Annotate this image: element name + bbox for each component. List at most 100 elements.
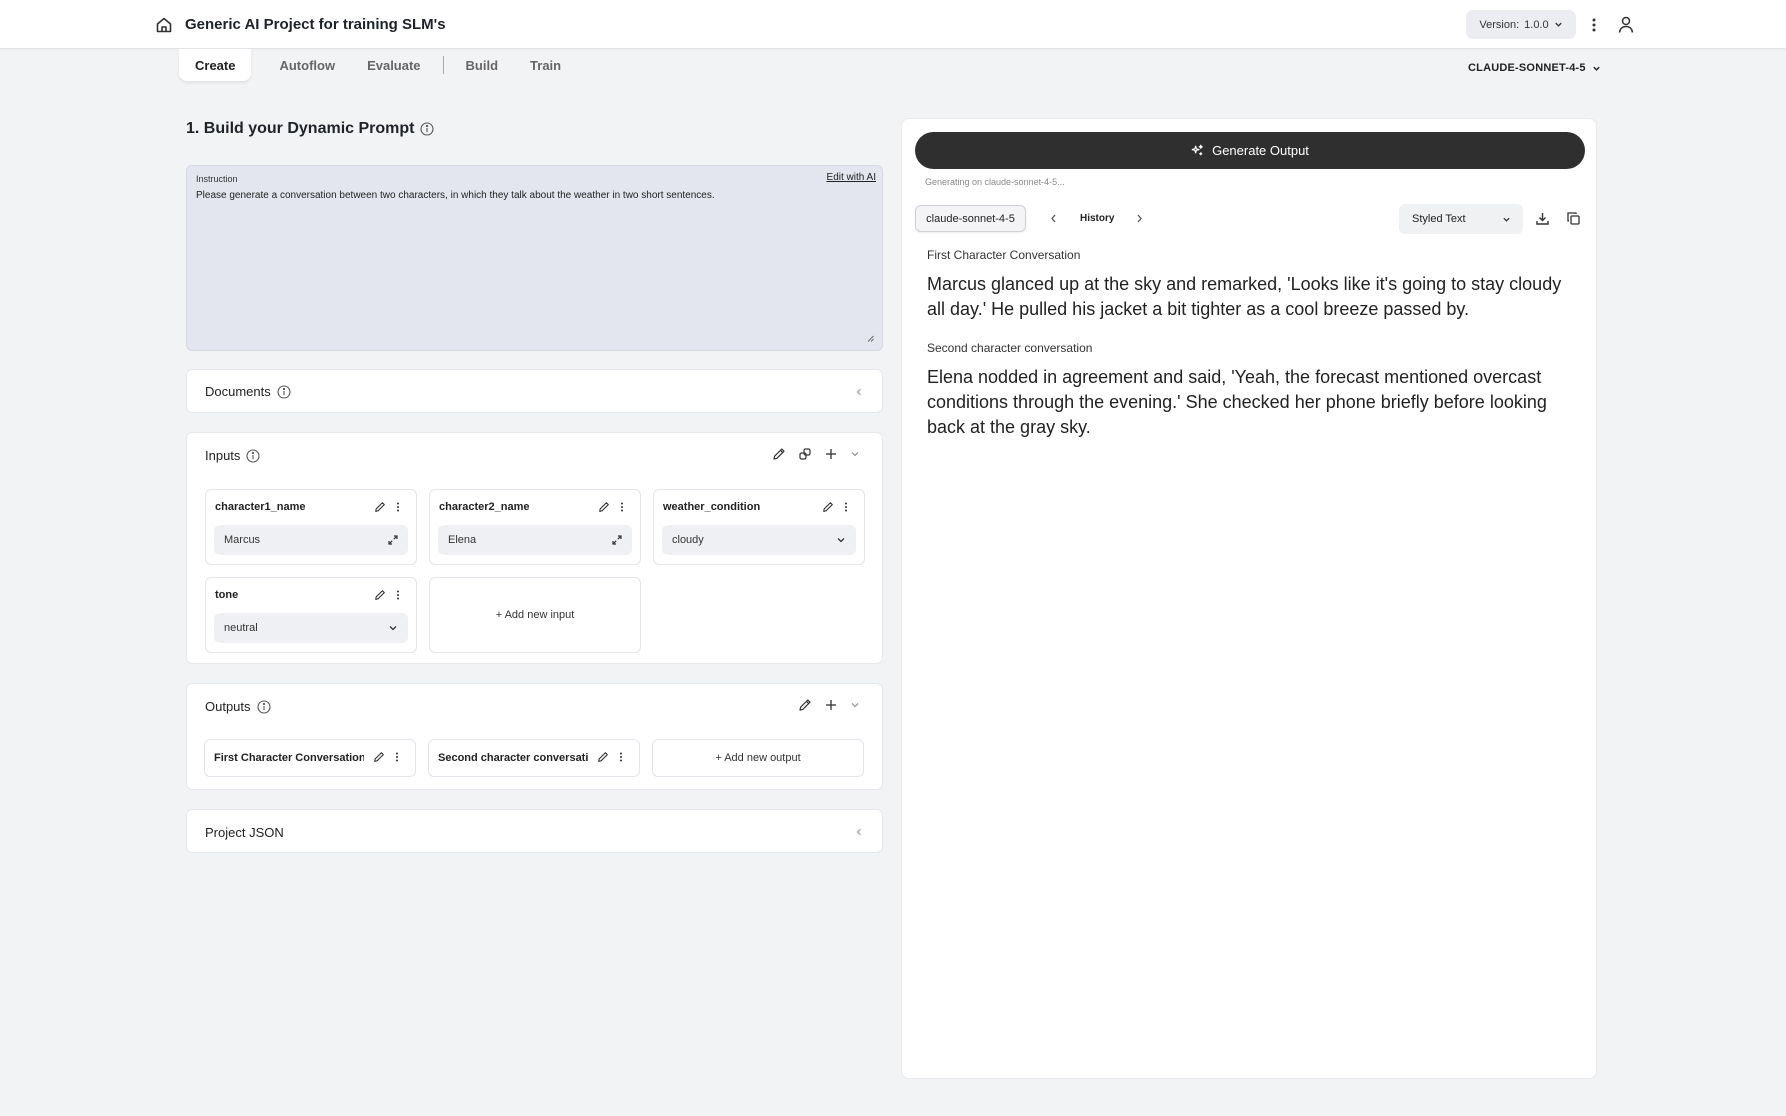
model-selector[interactable]: CLAUDE-SONNET-4-5 (1468, 62, 1601, 74)
tab-divider (442, 56, 444, 74)
model-selector-label: CLAUDE-SONNET-4-5 (1468, 62, 1586, 74)
pencil-icon[interactable] (374, 501, 386, 513)
chevron-down-icon (1502, 215, 1511, 224)
chevron-left-icon[interactable] (854, 827, 864, 837)
edit-with-ai-link[interactable]: Edit with AI (827, 172, 876, 183)
pencil-icon[interactable] (597, 751, 609, 763)
user-icon[interactable] (1617, 15, 1635, 34)
add-new-output-button[interactable]: + Add new output (652, 739, 864, 777)
generation-status: Generating on claude-sonnet-4-5... (925, 177, 1065, 187)
outputs-title-text: Outputs (205, 699, 251, 714)
outputs-actions (798, 698, 860, 712)
input-value-field[interactable]: Elena (438, 525, 632, 555)
output-name: Second character conversati... (438, 752, 588, 764)
chevron-down-icon[interactable] (850, 449, 860, 459)
pencil-icon[interactable] (798, 698, 812, 712)
inputs-actions (772, 447, 860, 461)
section-title: 1. Build your Dynamic Prompt (186, 120, 435, 138)
chevron-down-icon[interactable] (836, 535, 846, 545)
download-icon[interactable] (1535, 211, 1550, 226)
input-select-field[interactable]: neutral (214, 613, 408, 643)
resize-handle-icon[interactable] (867, 335, 874, 342)
input-select-field[interactable]: cloudy (662, 525, 856, 555)
tab-build[interactable]: Build (450, 49, 515, 81)
pencil-icon[interactable] (598, 501, 610, 513)
output-section-text: Marcus glanced up at the sky and remarke… (927, 274, 1562, 319)
instruction-textarea[interactable]: Instruction Edit with AI Please generate… (186, 165, 883, 351)
version-dropdown[interactable]: Version: 1.0.0 (1466, 10, 1576, 39)
documents-title-text: Documents (205, 384, 271, 399)
chevron-down-icon[interactable] (388, 623, 398, 633)
share-icon[interactable] (798, 447, 812, 461)
model-chip[interactable]: claude-sonnet-4-5 (915, 205, 1026, 232)
add-new-input-button[interactable]: + Add new input (429, 577, 641, 653)
input-value-field[interactable]: Marcus (214, 525, 408, 555)
format-value: Styled Text (1412, 213, 1466, 225)
output-section-label: First Character Conversation (927, 248, 1081, 262)
pencil-icon[interactable] (822, 501, 834, 513)
tab-train[interactable]: Train (514, 49, 577, 81)
kebab-icon[interactable] (393, 751, 401, 763)
input-value: neutral (224, 622, 258, 634)
pencil-icon[interactable] (772, 447, 786, 461)
kebab-icon[interactable] (1587, 15, 1601, 35)
project-json-title: Project JSON (205, 825, 284, 840)
chevron-down-icon (1592, 64, 1601, 73)
input-name: character2_name (439, 501, 530, 513)
kebab-icon[interactable] (394, 589, 402, 601)
version-value: 1.0.0 (1524, 18, 1549, 31)
info-icon[interactable] (277, 384, 291, 399)
input-value: cloudy (672, 534, 704, 546)
kebab-icon[interactable] (842, 501, 850, 513)
home-icon[interactable] (155, 16, 173, 34)
input-name: character1_name (215, 501, 306, 513)
history-label[interactable]: History (1080, 213, 1114, 224)
chevron-left-icon[interactable] (854, 387, 864, 397)
section-title-text: 1. Build your Dynamic Prompt (186, 120, 415, 137)
info-icon[interactable] (256, 699, 271, 714)
pencil-icon[interactable] (373, 751, 385, 763)
output-card-second: Second character conversati... (428, 739, 640, 777)
chevron-down-icon (1554, 20, 1563, 29)
instruction-text[interactable]: Please generate a conversation between t… (196, 190, 715, 201)
tab-bar: Create Autoflow Evaluate Build Train (179, 49, 577, 81)
input-name: weather_condition (663, 501, 761, 513)
output-card-first: First Character Conversation (204, 739, 416, 777)
project-json-card[interactable]: Project JSON (186, 809, 883, 853)
tab-autoflow[interactable]: Autoflow (263, 49, 351, 81)
version-label: Version: (1479, 18, 1520, 31)
copy-icon[interactable] (1566, 211, 1581, 226)
instruction-label: Instruction (196, 174, 238, 184)
format-dropdown[interactable]: Styled Text (1399, 204, 1523, 234)
generate-output-button[interactable]: Generate Output (915, 132, 1585, 169)
generate-output-label: Generate Output (1212, 143, 1309, 158)
output-name: First Character Conversation (214, 752, 364, 764)
pencil-icon[interactable] (374, 589, 386, 601)
app-title: Generic AI Project for training SLM's (185, 16, 446, 33)
expand-icon[interactable] (388, 535, 398, 545)
inputs-card: Inputs character1_name Marcus character2… (186, 432, 883, 664)
input-card-character2: character2_name Elena (429, 489, 641, 565)
documents-card[interactable]: Documents (186, 369, 883, 413)
info-icon[interactable] (420, 122, 435, 136)
plus-icon[interactable] (824, 698, 838, 712)
inputs-title: Inputs (205, 448, 260, 463)
inputs-title-text: Inputs (205, 448, 241, 463)
tab-create[interactable]: Create (179, 49, 252, 81)
input-card-weather: weather_condition cloudy (653, 489, 865, 565)
expand-icon[interactable] (612, 535, 622, 545)
top-bar: Generic AI Project for training SLM's Ve… (0, 0, 1786, 49)
tab-evaluate[interactable]: Evaluate (351, 49, 436, 81)
info-icon[interactable] (246, 448, 260, 463)
chevron-left-icon[interactable] (1049, 213, 1058, 224)
kebab-icon[interactable] (394, 501, 402, 513)
kebab-icon[interactable] (618, 501, 626, 513)
kebab-icon[interactable] (617, 751, 625, 763)
plus-icon[interactable] (824, 447, 838, 461)
output-section-label: Second character conversation (927, 341, 1093, 355)
chevron-right-icon[interactable] (1135, 213, 1144, 224)
sparkle-icon (1191, 144, 1204, 157)
chevron-down-icon[interactable] (850, 700, 860, 710)
input-name: tone (215, 589, 239, 601)
output-panel: Generate Output Generating on claude-son… (901, 118, 1597, 1079)
